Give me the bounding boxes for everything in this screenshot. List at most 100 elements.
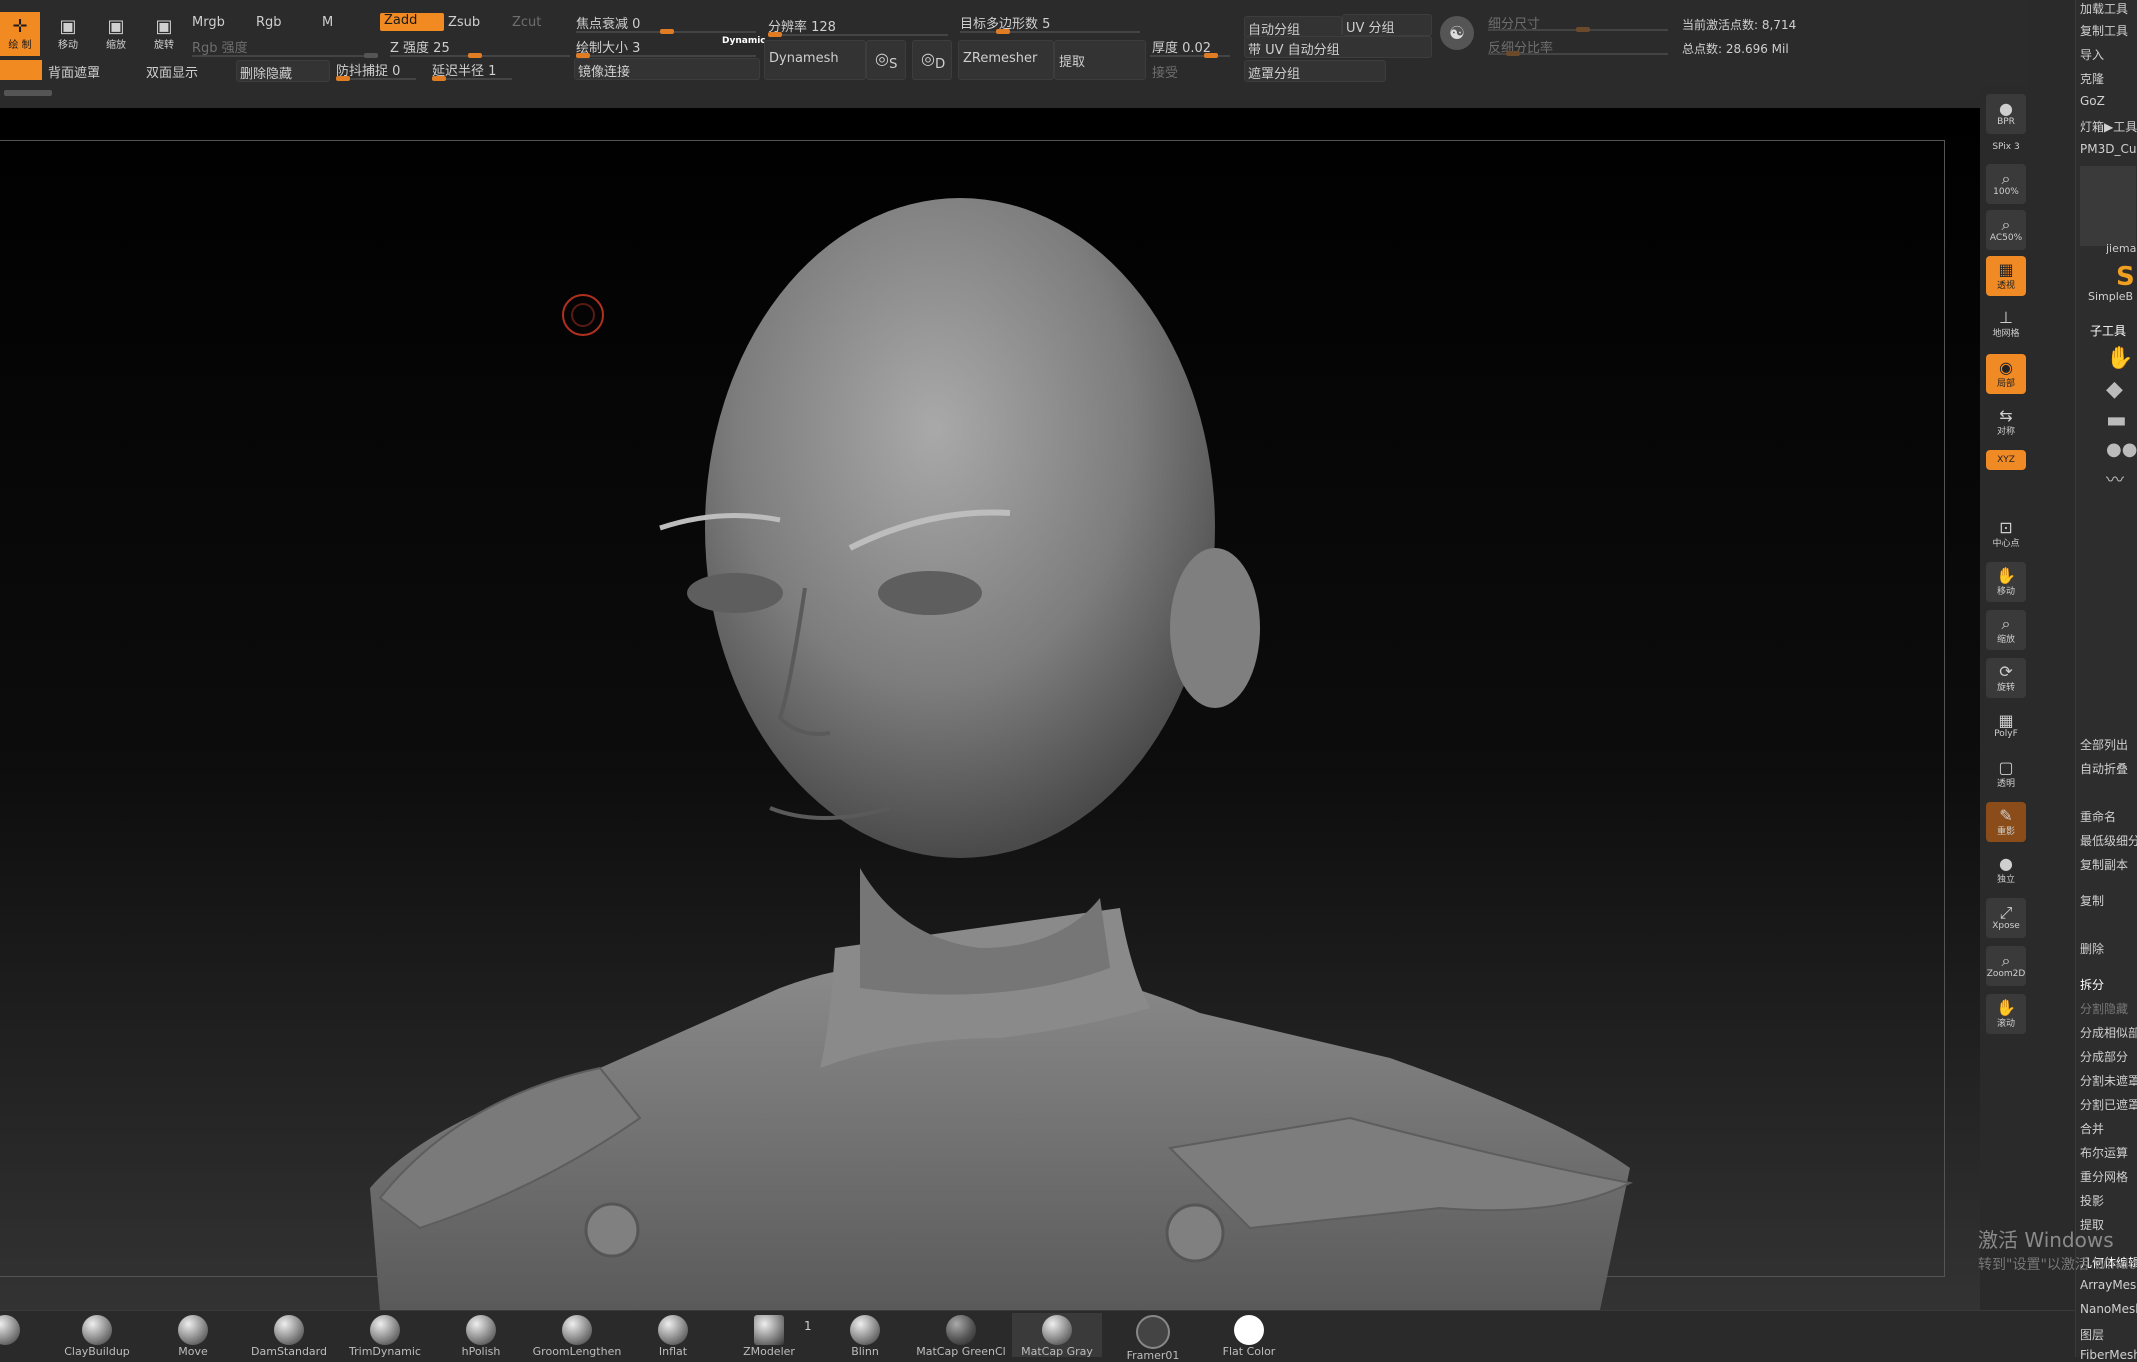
solo-button[interactable]: ● 独立	[1986, 850, 2026, 890]
subdiv-ratio-track[interactable]	[1488, 51, 1668, 56]
arraymesh-header[interactable]: ArrayMesh	[2080, 1278, 2137, 1292]
rgb-intensity-slider[interactable]: Rgb 强度	[192, 37, 248, 56]
bpr-button[interactable]: ● BPR	[1986, 94, 2026, 134]
draw-size-track[interactable]	[576, 53, 756, 58]
subtool-hand-icon[interactable]: ✋	[2106, 346, 2136, 371]
dynamesh-button[interactable]: Dynamesh	[764, 40, 866, 80]
brush-zmodeler[interactable]: ZModeler	[724, 1313, 814, 1358]
subtool-bar-icon[interactable]: ▬	[2106, 408, 2136, 433]
brush-partial[interactable]	[0, 1313, 50, 1357]
spix-slider[interactable]: SPix 3	[1986, 136, 2026, 158]
zadd-button[interactable]: Zadd	[380, 13, 444, 31]
brush-groomlengthen[interactable]: GroomLengthen	[532, 1313, 622, 1358]
brush-hpolish[interactable]: hPolish	[436, 1313, 526, 1358]
scroll-button[interactable]: ✋ 滚动	[1986, 994, 2026, 1034]
split-header[interactable]: 拆分	[2080, 976, 2137, 993]
material-flat-color[interactable]: Flat Color	[1204, 1313, 1294, 1358]
delete-hidden-button[interactable]: 删除隐藏	[236, 60, 330, 82]
brush-claybuildup[interactable]: ClayBuildup	[52, 1313, 142, 1358]
zoom-100-button[interactable]: ⌕ 100%	[1986, 164, 2026, 204]
split-hidden-button[interactable]: 分割隐藏	[2080, 1000, 2137, 1017]
double-sided-button[interactable]: 双面显示	[146, 62, 198, 81]
dynamesh-d-button[interactable]: ◎D	[912, 40, 952, 80]
backface-mask-button[interactable]: 背面遮罩	[48, 62, 100, 81]
auto-collapse-button[interactable]: 自动折叠	[2080, 760, 2137, 777]
symmetry-button[interactable]: ⇆ 对称	[1986, 402, 2026, 442]
rgb-button[interactable]: Rgb	[256, 15, 282, 30]
tray-scroll-handle[interactable]	[4, 90, 52, 96]
center-button[interactable]: ⊡ 中心点	[1986, 514, 2026, 554]
zremesher-button[interactable]: ZRemesher	[958, 40, 1054, 80]
dynamic-button[interactable]: Dynamic	[722, 36, 766, 46]
tool-thumbnail[interactable]	[2080, 166, 2136, 246]
split-parts-button[interactable]: 分成部分	[2080, 1048, 2137, 1065]
goz-button[interactable]: GoZ	[2080, 94, 2137, 108]
duplicate-copy-button[interactable]: 复制副本	[2080, 856, 2137, 873]
clone-button[interactable]: 克隆	[2080, 70, 2137, 87]
lazy-snap-track[interactable]	[336, 76, 416, 81]
zcut-button[interactable]: Zcut	[512, 15, 541, 30]
copy-tool-button[interactable]: 复制工具	[2080, 22, 2137, 39]
material-matcap-gray[interactable]: MatCap Gray	[1012, 1313, 1102, 1358]
dynamesh-s-button[interactable]: ◎S	[866, 40, 906, 80]
ac50-button[interactable]: ⌕ AC50%	[1986, 210, 2026, 250]
polyframe-button[interactable]: ▦ PolyF	[1986, 706, 2026, 746]
rgb-intensity-track[interactable]	[192, 53, 378, 58]
auto-groups-uv-button[interactable]: 带 UV 自动分组	[1244, 36, 1432, 58]
subtool-list[interactable]: ✋ ◆ ▬ ●● 〰	[2106, 340, 2137, 540]
rename-button[interactable]: 重命名	[2080, 808, 2137, 825]
simple-brush-icon[interactable]: S	[2116, 262, 2135, 292]
rotate-view-button[interactable]: ⟳ 旋转	[1986, 658, 2026, 698]
project-header[interactable]: 投影	[2080, 1192, 2137, 1209]
load-tool-button[interactable]: 加载工具	[2080, 0, 2137, 17]
zsub-button[interactable]: Zsub	[448, 15, 480, 30]
resolution-track[interactable]	[768, 32, 948, 37]
perspective-button[interactable]: ▦ 透视	[1986, 256, 2026, 296]
mrgb-button[interactable]: Mrgb	[192, 15, 225, 30]
remesh-header[interactable]: 重分网格	[2080, 1168, 2137, 1185]
backface-toggle[interactable]	[0, 60, 42, 80]
extract-button[interactable]: 提取	[1054, 40, 1146, 80]
mask-groups-button[interactable]: 遮罩分组	[1244, 60, 1386, 82]
list-all-button[interactable]: 全部列出	[2080, 736, 2137, 753]
split-masked-button[interactable]: 分割已遮罩	[2080, 1096, 2137, 1113]
mirror-weld-button[interactable]: 镜像连接	[574, 58, 760, 80]
target-polycount-track[interactable]	[960, 29, 1140, 34]
material-framer01[interactable]: Framer01	[1108, 1313, 1198, 1362]
draw-button[interactable]: ✛ 绘 制	[0, 12, 40, 56]
subtool-eyes-icon[interactable]: ●●	[2106, 439, 2137, 460]
canvas-viewport[interactable]	[0, 108, 1980, 1310]
nanomesh-header[interactable]: NanoMesh	[2080, 1302, 2137, 1316]
split-unmasked-button[interactable]: 分割未遮罩	[2080, 1072, 2137, 1089]
material-blinn[interactable]: Blinn	[820, 1313, 910, 1358]
fibermesh-header[interactable]: FiberMesh	[2080, 1348, 2137, 1362]
subtool-lash-icon[interactable]: 〰	[2106, 466, 2136, 492]
move-view-button[interactable]: ✋ 移动	[1986, 562, 2026, 602]
focal-shift-slider[interactable]: 焦点衰减 0	[576, 13, 640, 32]
local-button[interactable]: ◉ 局部	[1986, 354, 2026, 394]
lightbox-tools-button[interactable]: 灯箱▶工具	[2080, 118, 2137, 135]
scale-view-button[interactable]: ⌕ 缩放	[1986, 610, 2026, 650]
floor-button[interactable]: ⊥ 地网格	[1986, 304, 2026, 344]
ghost-button[interactable]: ✎ 重影	[1986, 802, 2026, 842]
subtool-hair-icon[interactable]: ◆	[2106, 377, 2136, 402]
z-intensity-track[interactable]	[390, 53, 570, 58]
subdiv-size-track[interactable]	[1488, 27, 1668, 32]
auto-groups-button[interactable]: 自动分组	[1244, 16, 1342, 38]
thickness-track[interactable]	[1150, 53, 1230, 58]
lowest-subdiv-button[interactable]: 最低级细分	[2080, 832, 2137, 849]
transparent-button[interactable]: ▢ 透明	[1986, 754, 2026, 794]
split-similar-button[interactable]: 分成相似部	[2080, 1024, 2137, 1041]
accept-button[interactable]: 接受	[1152, 62, 1178, 81]
thickness-slider[interactable]: 厚度 0.02	[1152, 37, 1211, 56]
brush-damstandard[interactable]: DamStandard	[244, 1313, 334, 1358]
xyz-button[interactable]: XYZ	[1986, 450, 2026, 470]
lazy-radius-track[interactable]	[432, 76, 512, 81]
move-mode-button[interactable]: ▣ 移动	[48, 12, 88, 56]
yinyang-icon[interactable]: ☯	[1440, 16, 1474, 50]
material-matcap-greenclay[interactable]: MatCap GreenCl	[916, 1313, 1006, 1358]
brush-trimdynamic[interactable]: TrimDynamic	[340, 1313, 430, 1358]
focal-shift-track[interactable]	[576, 29, 756, 34]
brush-inflat[interactable]: Inflat	[628, 1313, 718, 1358]
merge-header[interactable]: 合并	[2080, 1120, 2137, 1137]
